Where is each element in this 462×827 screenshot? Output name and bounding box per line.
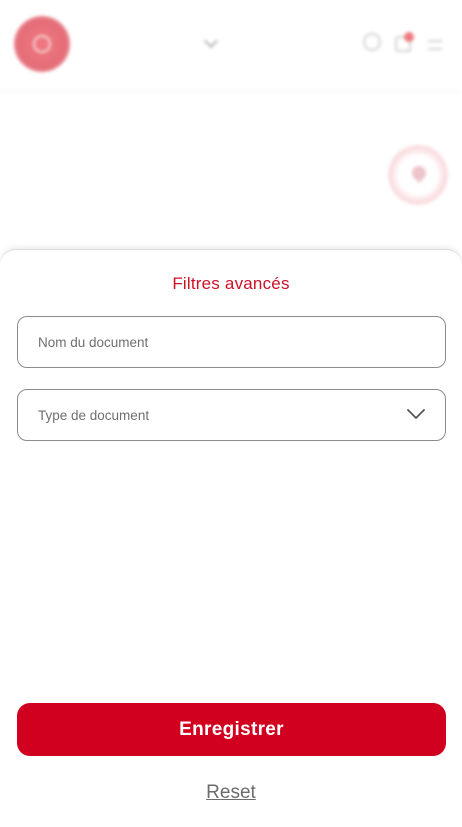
document-type-select[interactable]: Type de document — [17, 389, 446, 441]
document-type-label: Type de document — [38, 408, 150, 423]
sheet-title: Filtres avancés — [172, 274, 290, 293]
save-button[interactable]: Enregistrer — [17, 703, 446, 756]
document-name-input[interactable] — [18, 317, 445, 367]
document-name-field — [17, 316, 446, 368]
advanced-filters-sheet: Filtres avancés Type de document Enregis… — [0, 249, 462, 827]
chevron-down-icon — [407, 409, 425, 419]
reset-link[interactable]: Reset — [0, 782, 462, 804]
